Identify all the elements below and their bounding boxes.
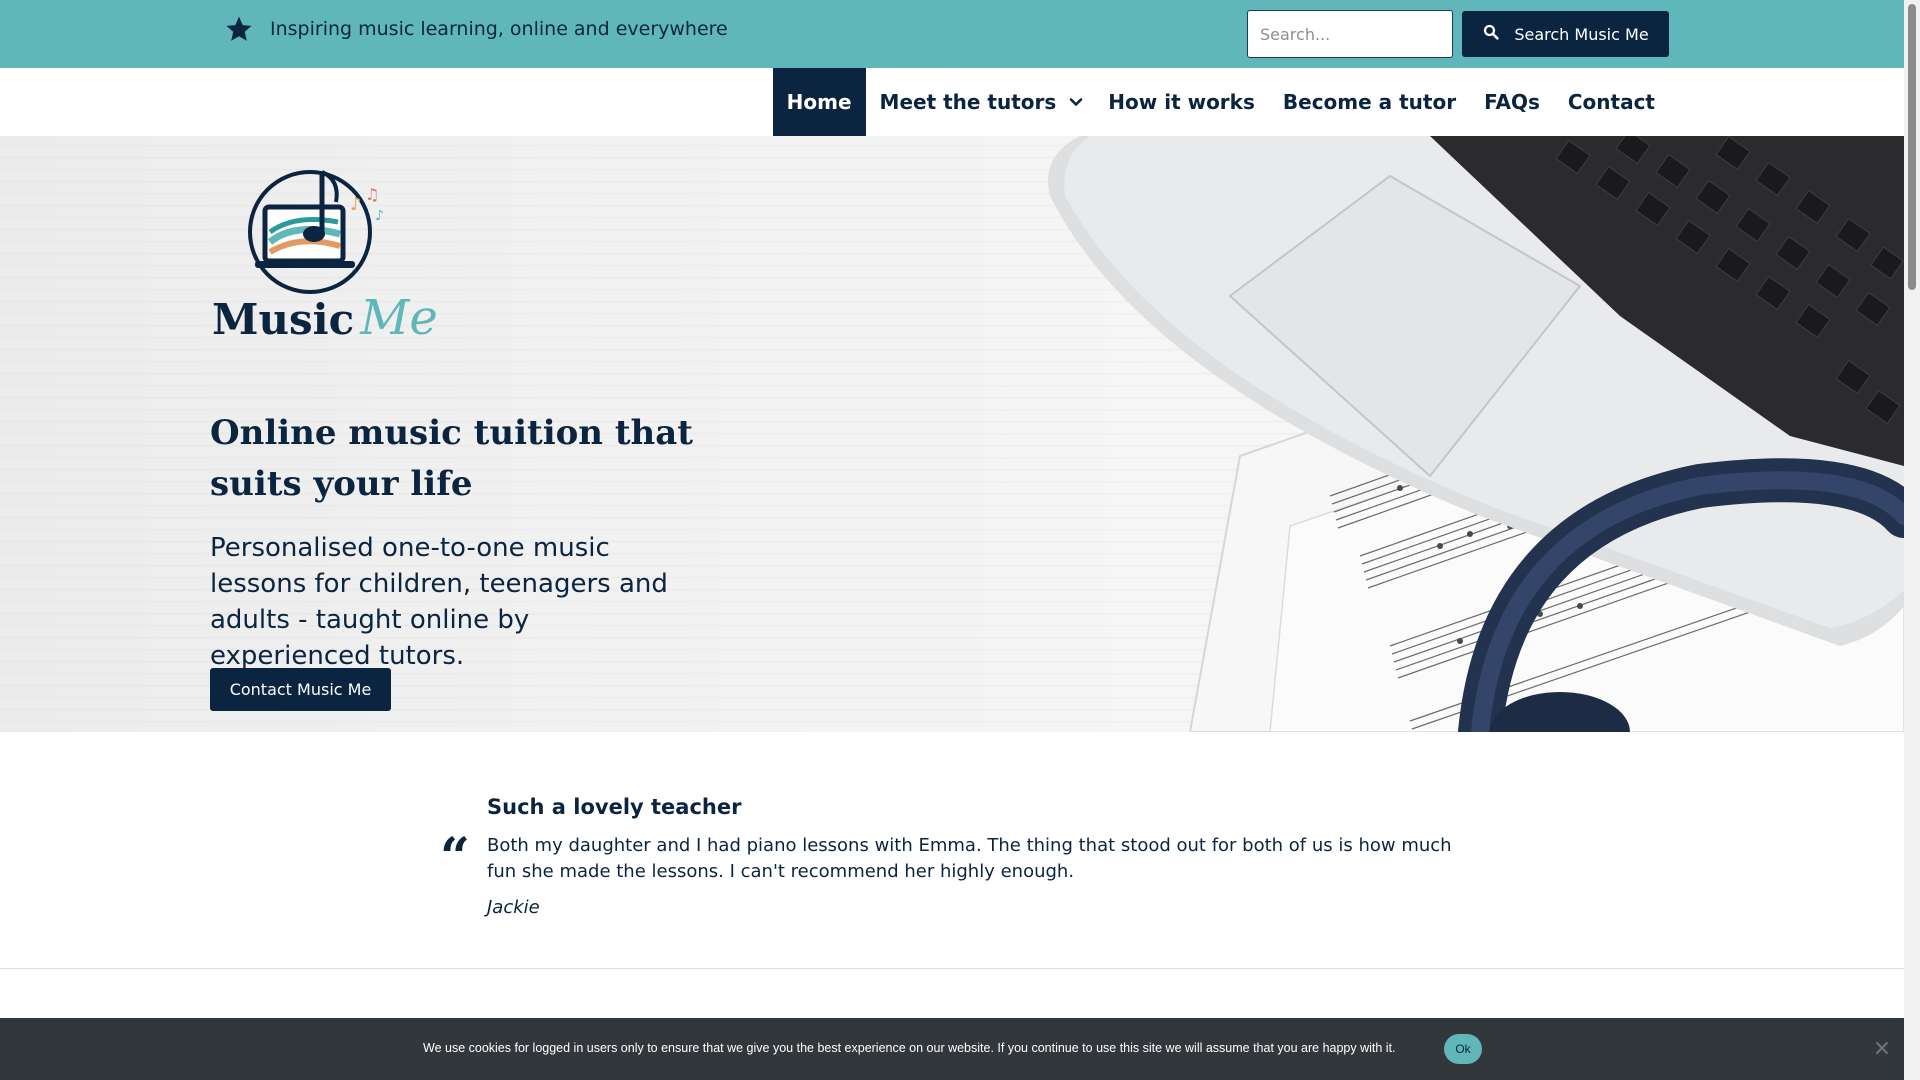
hero-subtitle: Personalised one-to-one music lessons fo…: [210, 533, 668, 671]
quote-mark-icon: “: [440, 827, 470, 888]
testimonial-section: “ Such a lovely teacher Both my daughter…: [0, 732, 1904, 969]
close-icon[interactable]: [1872, 1038, 1892, 1058]
search-button[interactable]: Search Music Me: [1462, 11, 1669, 57]
magnifier-icon: [1482, 23, 1500, 45]
testimonial-body: Both my daughter and I had piano lessons…: [487, 835, 1452, 882]
search-input[interactable]: [1247, 10, 1453, 58]
main-navigation: Home Meet the tutors How it works Become…: [0, 68, 1904, 136]
nav-item-faqs[interactable]: FAQs: [1470, 68, 1554, 136]
testimonial-author: Jackie: [487, 897, 540, 918]
chevron-down-icon[interactable]: [1056, 68, 1094, 136]
tagline-text: Inspiring music learning, online and eve…: [270, 18, 728, 40]
svg-text:♪: ♪: [350, 194, 362, 215]
star-icon: [224, 14, 254, 44]
nav-item-home[interactable]: Home: [772, 68, 866, 136]
nav-menu: Home Meet the tutors How it works Become…: [772, 68, 1669, 136]
cookie-notice: We use cookies for logged in users only …: [0, 1018, 1904, 1080]
cookie-ok-button[interactable]: Ok: [1444, 1034, 1482, 1064]
scrollbar-thumb[interactable]: [1908, 4, 1916, 290]
nav-item-meet-the-tutors[interactable]: Meet the tutors: [866, 68, 1057, 136]
hero-title: Online music tuition that suits your lif…: [210, 413, 694, 504]
top-bar: Inspiring music learning, online and eve…: [0, 0, 1904, 68]
logo-text-me: Me: [360, 290, 438, 346]
nav-item-how-it-works[interactable]: How it works: [1094, 68, 1269, 136]
page-scrollbar[interactable]: [1904, 0, 1920, 1080]
hero-section: ♪ ♫ ♪ Music Me Online music tuition that …: [0, 136, 1904, 732]
contact-button[interactable]: Contact Music Me: [210, 668, 391, 711]
nav-item-contact[interactable]: Contact: [1554, 68, 1669, 136]
logo-text-music: Music: [212, 295, 355, 344]
svg-text:♫: ♫: [365, 185, 379, 204]
search-button-label: Search Music Me: [1514, 24, 1649, 44]
tagline: Inspiring music learning, online and eve…: [224, 14, 728, 44]
nav-item-become-a-tutor[interactable]: Become a tutor: [1269, 68, 1470, 136]
testimonial-title: Such a lovely teacher: [487, 795, 742, 819]
music-me-logo[interactable]: ♪ ♫ ♪ Music Me: [210, 162, 438, 352]
svg-text:♪: ♪: [375, 208, 384, 224]
cookie-text: We use cookies for logged in users only …: [423, 1041, 1396, 1055]
